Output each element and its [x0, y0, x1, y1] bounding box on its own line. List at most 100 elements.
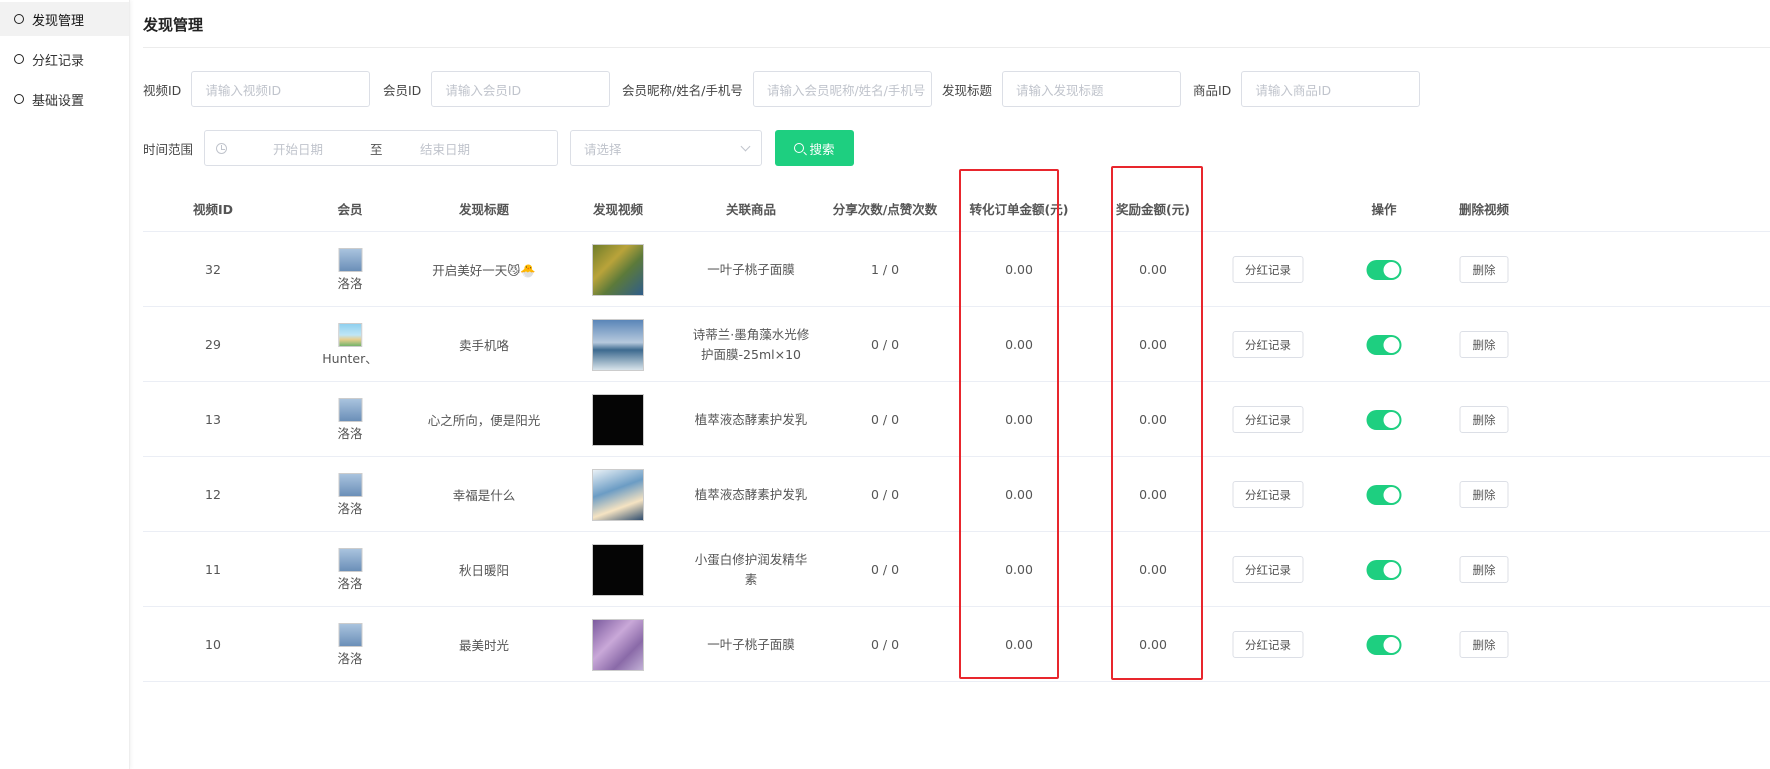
member-id-label: 会员ID: [383, 82, 422, 98]
discovery-title: 卖手机咯: [458, 338, 510, 353]
video-id-input[interactable]: 请输入视频ID: [191, 71, 371, 107]
goods-cell: 植萃液态酵素护发乳: [695, 382, 808, 457]
status-toggle[interactable]: [1366, 409, 1402, 430]
video-id: 10: [205, 637, 221, 652]
status-select[interactable]: 请选择: [570, 130, 762, 166]
dividend-record-button[interactable]: 分红记录: [1232, 556, 1304, 583]
operation-cell: [1366, 307, 1402, 382]
goods-name: 小蛋白修护润发精华: [694, 551, 808, 567]
search-button[interactable]: 搜索: [775, 130, 854, 166]
delete-button-label: 删除: [1472, 262, 1496, 277]
delete-button[interactable]: 删除: [1459, 556, 1509, 583]
share-like-cell: 0 / 0: [871, 382, 899, 457]
table-row: 32 洛洛 开启美好一天😼🐣 一叶子桃子面膜 1 / 0 0.00 0.00 分…: [143, 232, 1770, 307]
goods-id-input[interactable]: 请输入商品ID: [1241, 71, 1421, 107]
operation-cell: [1366, 532, 1402, 607]
operation-cell: [1366, 607, 1402, 682]
sidebar-item-label: 基础设置: [32, 93, 85, 109]
member-info-input[interactable]: 请输入会员昵称/姓名/手机号: [752, 71, 932, 107]
title-cell: 幸福是什么: [453, 457, 516, 532]
end-date-input[interactable]: 结束日期: [420, 139, 470, 158]
member-name: 洛洛: [337, 425, 363, 441]
dividend-record-button[interactable]: 分红记录: [1232, 331, 1304, 358]
avatar: [337, 247, 362, 272]
video-thumbnail[interactable]: [592, 243, 644, 296]
delete-button[interactable]: 删除: [1459, 256, 1509, 283]
video-id: 32: [205, 262, 221, 277]
sidebar-item-label: 分红记录: [32, 53, 85, 69]
discovery-title: 幸福是什么: [452, 488, 516, 503]
date-range-picker[interactable]: 开始日期 至 结束日期: [204, 130, 558, 166]
sidebar-item-dividend[interactable]: 分红记录: [0, 42, 129, 76]
sidebar-item-discovery[interactable]: 发现管理: [0, 2, 129, 36]
title-cell: 心之所向，便是阳光: [428, 382, 541, 457]
video-id-label: 视频ID: [143, 82, 182, 98]
goods-name: 诗蒂兰·墨角藻水光修: [692, 326, 810, 342]
video-thumbnail[interactable]: [592, 543, 644, 596]
dividend-record-button[interactable]: 分红记录: [1232, 631, 1304, 658]
header-goods: 关联商品: [725, 202, 777, 217]
start-date-input[interactable]: 开始日期: [273, 139, 373, 158]
delete-button[interactable]: 删除: [1459, 631, 1509, 658]
table-row: 11 洛洛 秋日暖阳 小蛋白修护润发精华素 0 / 0 0.00 0.00 分红…: [143, 532, 1770, 607]
avatar: [337, 322, 362, 347]
range-separator: 至: [370, 141, 383, 157]
member-name: 洛洛: [337, 575, 363, 591]
dividend-cell: 分红记录: [1232, 457, 1304, 532]
title-input[interactable]: 请输入发现标题: [1002, 71, 1182, 107]
dividend-cell: 分红记录: [1232, 532, 1304, 607]
sidebar-item-settings[interactable]: 基础设置: [0, 82, 129, 116]
status-toggle[interactable]: [1366, 334, 1402, 355]
goods-name: 植萃液态酵素护发乳: [694, 486, 808, 502]
time-range-label: 时间范围: [143, 141, 194, 157]
avatar: [337, 622, 362, 647]
delete-button-label: 删除: [1472, 562, 1496, 577]
discovery-title: 秋日暖阳: [458, 563, 510, 578]
search-button-label: 搜索: [809, 141, 835, 157]
share-like-count: 0 / 0: [870, 412, 900, 427]
video-thumbnail[interactable]: [592, 468, 644, 521]
video-id-cell: 29: [205, 307, 221, 382]
goods-cell: 一叶子桃子面膜: [707, 232, 795, 307]
table-header: 视频ID 会员 发现标题 发现视频 关联商品 分享次数/点赞次数 转化订单金额(…: [143, 190, 1770, 232]
video-thumbnail[interactable]: [592, 318, 644, 371]
video-thumbnail[interactable]: [592, 618, 644, 671]
delete-cell: 删除: [1459, 232, 1509, 307]
video-id-cell: 32: [205, 232, 221, 307]
dividend-cell: 分红记录: [1232, 607, 1304, 682]
title-cell: 开启美好一天😼🐣: [432, 232, 536, 307]
status-toggle[interactable]: [1366, 559, 1402, 580]
dividend-record-button[interactable]: 分红记录: [1232, 406, 1304, 433]
table-row: 12 洛洛 幸福是什么 植萃液态酵素护发乳 0 / 0 0.00 0.00 分红…: [143, 457, 1770, 532]
goods-name: 植萃液态酵素护发乳: [694, 411, 808, 427]
goods-id-label: 商品ID: [1193, 82, 1232, 98]
table-row: 13 洛洛 心之所向，便是阳光 植萃液态酵素护发乳 0 / 0 0.00 0.0…: [143, 382, 1770, 457]
status-toggle[interactable]: [1366, 259, 1402, 280]
share-like-count: 0 / 0: [870, 487, 900, 502]
member-cell: Hunter、: [322, 307, 378, 382]
header-member: 会员: [337, 202, 363, 217]
delete-cell: 删除: [1459, 457, 1509, 532]
header-title: 发现标题: [458, 202, 510, 217]
highlight-box-order-amount: [959, 169, 1059, 679]
dividend-record-button[interactable]: 分红记录: [1232, 256, 1304, 283]
share-like-count: 1 / 0: [870, 262, 900, 277]
dividend-record-button[interactable]: 分红记录: [1232, 481, 1304, 508]
video-id-cell: 11: [205, 532, 221, 607]
avatar: [337, 397, 362, 422]
dividend-button-label: 分红记录: [1245, 487, 1291, 502]
sidebar-item-label: 发现管理: [32, 13, 85, 29]
video-cell: [592, 382, 644, 457]
status-toggle[interactable]: [1366, 484, 1402, 505]
status-toggle[interactable]: [1366, 634, 1402, 655]
delete-button[interactable]: 删除: [1459, 481, 1509, 508]
delete-button[interactable]: 删除: [1459, 331, 1509, 358]
member-name: 洛洛: [337, 500, 363, 516]
goods-cell: 植萃液态酵素护发乳: [695, 457, 808, 532]
delete-button[interactable]: 删除: [1459, 406, 1509, 433]
goods-id-filter: 商品ID 请输入商品ID: [1193, 71, 1421, 107]
member-id-input[interactable]: 请输入会员ID: [431, 71, 611, 107]
member-id-filter: 会员ID 请输入会员ID: [383, 71, 611, 107]
video-thumbnail[interactable]: [592, 393, 644, 446]
delete-button-label: 删除: [1472, 637, 1496, 652]
